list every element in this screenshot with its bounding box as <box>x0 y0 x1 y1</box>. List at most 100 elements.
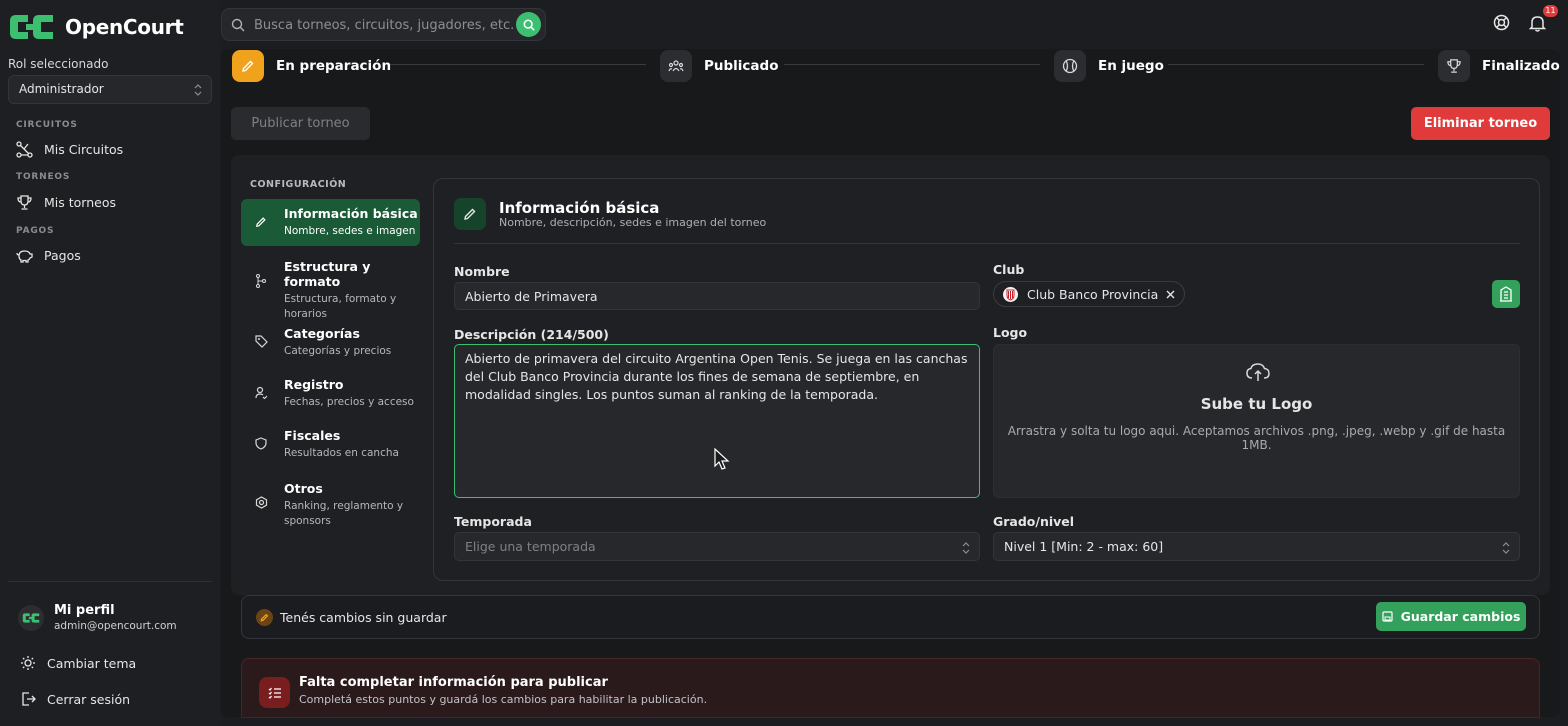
section-torneos: TORNEOS <box>16 172 71 182</box>
chevron-updown-icon <box>1502 542 1510 554</box>
nav-informacion-basica[interactable]: Información básica Nombre, sedes e image… <box>241 199 420 246</box>
theme-label: Cambiar tema <box>47 655 137 671</box>
search-bar <box>221 8 546 41</box>
trophy-icon <box>17 195 32 210</box>
sun-icon <box>21 656 35 670</box>
name-label: Nombre <box>454 264 510 279</box>
step-publicado[interactable]: Publicado <box>660 50 778 82</box>
pencil-icon <box>255 217 266 228</box>
name-value: Abierto de Primavera <box>465 288 598 304</box>
season-placeholder: Elige una temporada <box>465 539 596 554</box>
sidebar-divider <box>8 581 212 582</box>
description-value: Abierto de primavera del circuito Argent… <box>465 351 968 402</box>
hierarchy-icon <box>256 274 266 288</box>
form-subtitle: Nombre, descripción, sedes e imagen del … <box>499 216 767 229</box>
nav-subtitle: Ranking, reglamento y sponsors <box>284 500 404 527</box>
season-label: Temporada <box>454 514 532 529</box>
save-icon <box>1381 611 1393 622</box>
search-button[interactable] <box>516 12 541 37</box>
logout-label: Cerrar sesión <box>47 691 131 707</box>
step-circle <box>232 50 264 82</box>
nav-subtitle: Categorías y precios <box>284 345 392 357</box>
delete-tournament-button[interactable]: Eliminar torneo <box>1411 107 1550 140</box>
club-label: Club <box>993 262 1025 277</box>
trophy-icon <box>1447 59 1461 73</box>
unsaved-text: Tenés cambios sin guardar <box>280 610 447 625</box>
sidebar-item-label: Mis torneos <box>44 195 116 210</box>
circuit-icon <box>16 141 33 158</box>
cloud-upload-icon <box>1246 363 1270 381</box>
club-chip: Club Banco Provincia <box>993 281 1186 307</box>
mouse-cursor-icon <box>714 448 730 470</box>
nav-title: Otros <box>284 481 323 496</box>
nav-estructura-formato[interactable]: Estructura y formato Estructura, formato… <box>241 252 420 320</box>
step-en-preparacion[interactable]: En preparación <box>232 50 391 82</box>
nav-subtitle: Fechas, precios y acceso <box>284 396 414 408</box>
step-circle <box>1054 50 1086 82</box>
step-connector <box>784 64 1040 65</box>
level-select[interactable]: Nivel 1 [Min: 2 - max: 60] <box>993 532 1520 561</box>
step-label: En juego <box>1098 58 1164 74</box>
unsaved-changes-bar: Tenés cambios sin guardar <box>241 595 1540 639</box>
step-finalizado[interactable]: Finalizado <box>1438 50 1560 82</box>
user-check-icon <box>255 386 268 399</box>
close-icon[interactable] <box>1166 290 1175 299</box>
sidebar-item-mis-torneos[interactable]: Mis torneos <box>16 194 116 211</box>
description-textarea[interactable]: Abierto de primavera del circuito Argent… <box>454 344 980 498</box>
step-circle <box>1438 50 1470 82</box>
section-circuitos: CIRCUITOS <box>16 120 78 130</box>
nav-title: Estructura y formato <box>284 259 371 289</box>
bell-icon[interactable] <box>1529 14 1546 32</box>
nav-subtitle: Resultados en cancha <box>284 447 399 459</box>
nav-title: Fiscales <box>284 428 341 443</box>
level-value: Nivel 1 [Min: 2 - max: 60] <box>1004 539 1164 554</box>
theme-toggle[interactable]: Cambiar tema <box>20 655 136 671</box>
pencil-icon <box>242 60 254 72</box>
alert-icon <box>259 677 290 708</box>
form-divider <box>454 243 1520 244</box>
profile-email: admin@opencourt.com <box>54 620 177 632</box>
profile[interactable]: Mi perfil admin@opencourt.com <box>18 603 177 632</box>
app-name: OpenCourt <box>65 15 184 39</box>
step-label: Finalizado <box>1482 58 1560 74</box>
logo-dropzone-hint: Arrastra y solta tu logo aqui. Aceptamos… <box>1007 424 1506 452</box>
club-name: Club Banco Provincia <box>1027 286 1159 302</box>
chevron-updown-icon <box>962 542 970 554</box>
search-input[interactable] <box>254 15 514 35</box>
step-label: En preparación <box>276 58 392 74</box>
tag-icon <box>255 335 268 348</box>
avatar <box>18 604 44 631</box>
help-lifebuoy-icon[interactable] <box>1493 14 1510 31</box>
nav-otros[interactable]: Otros Ranking, reglamento y sponsors <box>241 474 420 530</box>
nav-subtitle: Nombre, sedes e imagen <box>284 225 416 237</box>
role-select[interactable]: Administrador <box>8 75 212 104</box>
pencil-icon <box>464 208 476 220</box>
logo-dropzone-title: Sube tu Logo <box>1200 395 1313 413</box>
chevron-updown-icon <box>194 84 202 96</box>
nav-fiscales[interactable]: Fiscales Resultados en cancha <box>241 421 420 465</box>
unsaved-icon <box>256 609 273 626</box>
logout-button[interactable]: Cerrar sesión <box>20 691 130 707</box>
search-icon <box>231 18 245 32</box>
season-select[interactable]: Elige una temporada <box>454 532 980 561</box>
save-changes-button[interactable]: Guardar cambios <box>1376 602 1526 631</box>
logo-label: Logo <box>993 325 1028 340</box>
app-logo[interactable]: OpenCourt <box>8 12 184 42</box>
profile-name: Mi perfil <box>54 603 115 618</box>
section-pagos: PAGOS <box>16 226 55 236</box>
notification-badge: 11 <box>1543 5 1558 17</box>
sidebar-item-pagos[interactable]: Pagos <box>16 247 81 264</box>
sidebar-item-mis-circuitos[interactable]: Mis Circuitos <box>16 141 123 158</box>
name-input[interactable]: Abierto de Primavera <box>454 282 980 310</box>
logo-dropzone[interactable]: Sube tu Logo Arrastra y solta tu logo aq… <box>993 344 1520 498</box>
alert-subtitle: Completá estos puntos y guardá los cambi… <box>299 693 708 706</box>
publish-button[interactable]: Publicar torneo <box>231 107 370 140</box>
nav-subtitle: Estructura, formato y horarios <box>284 293 397 320</box>
step-en-juego[interactable]: En juego <box>1054 50 1164 82</box>
club-manage-button[interactable] <box>1492 280 1520 308</box>
nav-categorias[interactable]: Categorías Categorías y precios <box>241 319 420 363</box>
sidebar-item-label: Mis Circuitos <box>44 142 124 157</box>
nav-registro[interactable]: Registro Fechas, precios y acceso <box>241 370 420 414</box>
alert-title: Falta completar información para publica… <box>299 675 608 690</box>
settings-icon <box>255 496 268 509</box>
